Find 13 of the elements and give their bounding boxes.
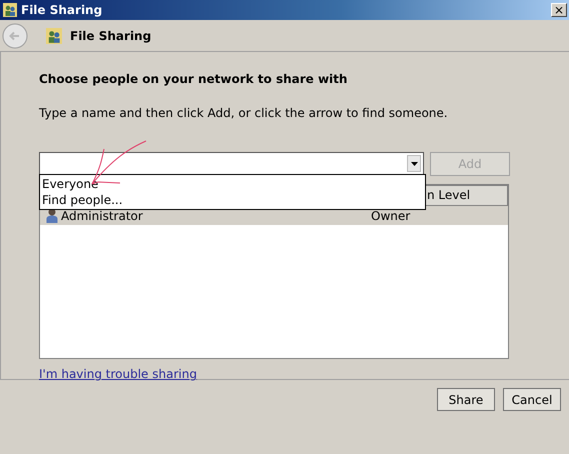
dialog-button[interactable]: Share — [437, 388, 495, 411]
dialog-button[interactable]: Cancel — [503, 388, 561, 411]
window-title: File Sharing — [21, 3, 104, 17]
user-icon — [46, 208, 58, 223]
instruction-text: Type a name and then click Add, or click the arrow to find someone. — [39, 106, 449, 120]
permission-level: Owner — [371, 208, 412, 222]
trouble-sharing-link[interactable]: I'm having trouble sharing — [39, 367, 197, 381]
close-button[interactable]: × — [551, 3, 567, 17]
page-title: File Sharing — [70, 28, 152, 42]
heading: Choose people on your network to share with — [39, 72, 348, 86]
people-icon — [3, 3, 17, 17]
people-icon — [46, 28, 62, 44]
user-name: Administrator — [61, 208, 144, 222]
